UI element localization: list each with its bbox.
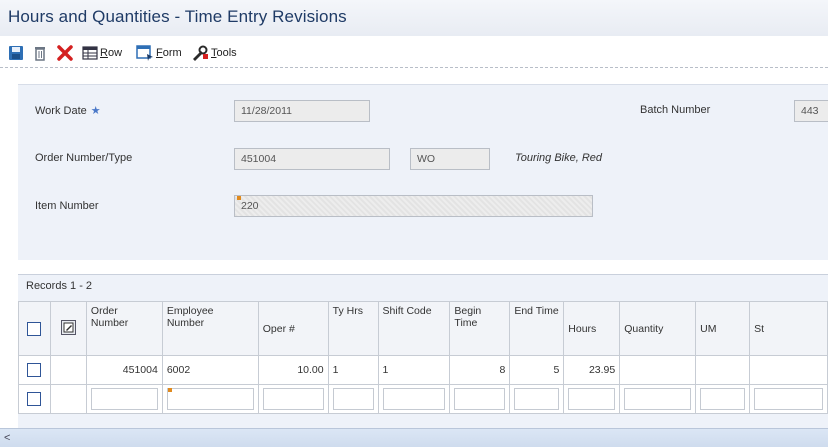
- new-st-cell: [749, 384, 828, 414]
- row-menu-label: Row: [100, 47, 123, 59]
- col-order-number[interactable]: Order Number: [85, 301, 163, 356]
- col-oper[interactable]: Oper #: [257, 301, 329, 356]
- select-all-cell: [18, 301, 51, 356]
- toolbar: Row Form Tools: [0, 38, 828, 68]
- new-oper-cell: [257, 384, 329, 414]
- grid-options-icon[interactable]: [60, 319, 76, 335]
- order-type-field[interactable]: WO: [410, 148, 490, 170]
- new-begin-time-input[interactable]: [454, 388, 506, 410]
- new-entry-row[interactable]: [18, 384, 828, 414]
- new-ty-hrs-input[interactable]: [332, 388, 374, 410]
- scroll-left-icon[interactable]: <: [4, 432, 10, 444]
- order-description: Touring Bike, Red: [515, 152, 603, 164]
- row-checkbox[interactable]: [27, 392, 42, 406]
- cancel-button[interactable]: [56, 43, 74, 63]
- col-st[interactable]: St: [749, 301, 828, 356]
- col-begin-time[interactable]: Begin Time: [449, 301, 511, 356]
- col-quantity[interactable]: Quantity: [619, 301, 697, 356]
- title-bar: Hours and Quantities - Time Entry Revisi…: [0, 0, 828, 36]
- col-ty-hrs[interactable]: Ty Hrs: [327, 301, 379, 356]
- form-menu-label: Form: [156, 47, 182, 59]
- new-order-number-input[interactable]: [90, 388, 158, 410]
- work-date-field[interactable]: 11/28/2011: [234, 100, 370, 122]
- grid-row-icon: [82, 46, 98, 60]
- new-st-input[interactable]: [754, 388, 823, 410]
- new-um-cell: [695, 384, 751, 414]
- required-star-icon: ★: [90, 105, 101, 117]
- new-um-input[interactable]: [700, 388, 746, 410]
- cell-employee-number[interactable]: 6002: [161, 355, 259, 385]
- required-indicator-icon: [167, 388, 172, 392]
- col-shift-code[interactable]: Shift Code: [377, 301, 451, 356]
- cell-hours[interactable]: 23.95: [563, 355, 621, 385]
- grid-header-row: Order Number Employee Number Oper # Ty H…: [18, 301, 828, 356]
- col-employee-number[interactable]: Employee Number: [161, 301, 259, 356]
- row-select-cell: [18, 384, 51, 414]
- new-begin-time-cell: [449, 384, 511, 414]
- window-title: Hours and Quantities - Time Entry Revisi…: [8, 7, 347, 26]
- new-end-time-input[interactable]: [514, 388, 560, 410]
- header-form: Work Date ★ 11/28/2011 Batch Number 443 O…: [18, 84, 828, 260]
- tools-icon: [193, 45, 208, 61]
- time-entry-grid: Order Number Employee Number Oper # Ty H…: [18, 301, 828, 414]
- col-um[interactable]: UM: [695, 301, 751, 356]
- row-checkbox[interactable]: [27, 363, 42, 377]
- select-all-checkbox[interactable]: [27, 321, 42, 336]
- new-end-time-cell: [509, 384, 565, 414]
- required-indicator-icon: [237, 196, 241, 200]
- work-date-label: Work Date ★: [35, 105, 101, 117]
- col-hours[interactable]: Hours: [563, 301, 621, 356]
- order-number-type-label: Order Number/Type: [35, 152, 133, 164]
- cell-ty-hrs[interactable]: 1: [327, 355, 379, 385]
- table-row[interactable]: 451004 6002 10.00 1 1 8 5 23.95: [18, 355, 828, 385]
- cell-shift-code[interactable]: 1: [377, 355, 451, 385]
- item-number-field[interactable]: 220: [234, 195, 593, 217]
- cell-um[interactable]: [695, 355, 751, 385]
- row-select-cell: [18, 355, 51, 385]
- new-hours-cell: [563, 384, 621, 414]
- cell-order-number[interactable]: 451004: [85, 355, 163, 385]
- item-number-label: Item Number: [35, 200, 99, 212]
- new-order-number-cell: [85, 384, 163, 414]
- order-number-field[interactable]: 451004: [234, 148, 390, 170]
- cell-quantity[interactable]: [619, 355, 697, 385]
- save-icon: [9, 46, 23, 60]
- row-options-cell: [49, 384, 87, 414]
- row-menu-button[interactable]: Row: [82, 43, 122, 63]
- col-end-time[interactable]: End Time: [509, 301, 565, 356]
- new-oper-input[interactable]: [262, 388, 324, 410]
- new-shift-code-cell: [377, 384, 451, 414]
- new-employee-number-input[interactable]: [166, 388, 254, 410]
- cell-oper[interactable]: 10.00: [257, 355, 329, 385]
- delete-button[interactable]: [32, 43, 48, 63]
- save-button[interactable]: [8, 43, 24, 63]
- new-ty-hrs-cell: [327, 384, 379, 414]
- close-icon: [57, 45, 73, 61]
- records-count: Records 1 - 2: [26, 280, 93, 292]
- new-shift-code-input[interactable]: [382, 388, 446, 410]
- new-employee-number-cell: [161, 384, 259, 414]
- form-icon: [136, 45, 153, 61]
- row-options-cell: [49, 355, 87, 385]
- tools-menu-label: Tools: [211, 47, 237, 59]
- cell-end-time[interactable]: 5: [509, 355, 565, 385]
- horizontal-scrollbar[interactable]: <: [0, 428, 828, 447]
- cell-begin-time[interactable]: 8: [449, 355, 511, 385]
- tools-menu-button[interactable]: Tools: [191, 43, 237, 63]
- batch-number-label: Batch Number: [640, 104, 711, 116]
- grid-options-cell: [49, 301, 87, 356]
- form-menu-button[interactable]: Form: [136, 43, 182, 63]
- grid-panel: Records 1 - 2 Order Number Employee Numb…: [18, 274, 828, 447]
- new-quantity-input[interactable]: [624, 388, 692, 410]
- new-quantity-cell: [619, 384, 697, 414]
- trash-icon: [35, 47, 45, 61]
- cell-st[interactable]: [749, 355, 828, 385]
- batch-number-field[interactable]: 443: [794, 100, 828, 122]
- new-hours-input[interactable]: [568, 388, 616, 410]
